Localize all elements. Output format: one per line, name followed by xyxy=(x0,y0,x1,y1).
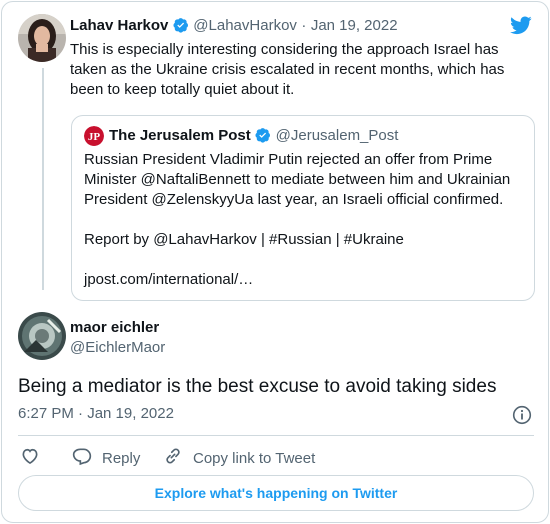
lahav-harkov-avatar[interactable] xyxy=(18,14,66,62)
reply-label: Reply xyxy=(102,449,141,467)
info-icon[interactable] xyxy=(512,405,532,425)
reply-button[interactable]: Reply xyxy=(72,446,140,470)
copy-link-button[interactable]: Copy link to Tweet xyxy=(163,446,315,470)
link-icon xyxy=(163,446,183,470)
verified-badge-icon xyxy=(255,127,275,144)
tweet-card: Lahav Harkov @LahavHarkov · Jan 19, 2022… xyxy=(1,1,549,523)
original-tweet-text: This is especially interesting consideri… xyxy=(70,41,505,98)
author-name[interactable]: Lahav Harkov xyxy=(70,17,168,34)
like-button[interactable] xyxy=(20,446,40,470)
reply-author-handle[interactable]: @EichlerMaor xyxy=(70,339,165,356)
quoted-tweet-paragraph-1: Russian President Vladimir Putin rejecte… xyxy=(84,151,511,208)
quoted-author-name: The Jerusalem Post xyxy=(109,127,251,144)
quoted-tweet-link[interactable]: jpost.com/international/… xyxy=(84,270,524,290)
copy-link-label: Copy link to Tweet xyxy=(193,449,316,467)
tweet-date[interactable]: Jan 19, 2022 xyxy=(311,17,398,34)
quoted-tweet-header: The Jerusalem Post @Jerusalem_Post xyxy=(109,127,398,145)
svg-text:JP: JP xyxy=(88,131,101,143)
quoted-author-handle: @Jerusalem_Post xyxy=(275,127,399,144)
reply-icon xyxy=(72,446,92,470)
twitter-bird-icon[interactable] xyxy=(508,14,534,36)
author-handle[interactable]: @LahavHarkov xyxy=(193,17,297,34)
verified-badge-icon xyxy=(173,17,193,34)
reply-timestamp[interactable]: 6:27 PM · Jan 19, 2022 xyxy=(18,405,174,422)
quoted-tweet[interactable]: JP The Jerusalem Post @Jerusalem_Post Ru… xyxy=(71,115,535,301)
thread-connector-line xyxy=(42,68,44,290)
jpost-logo-avatar: JP xyxy=(84,126,104,146)
reply-tweet-text: Being a mediator is the best excuse to a… xyxy=(18,376,497,397)
divider xyxy=(18,435,534,436)
quoted-tweet-paragraph-2: Report by @LahavHarkov | #Russian | #Ukr… xyxy=(84,231,404,248)
explore-twitter-button[interactable]: Explore what's happening on Twitter xyxy=(18,475,534,511)
maor-eichler-avatar[interactable] xyxy=(18,312,66,360)
reply-author-name[interactable]: maor eichler xyxy=(70,319,159,336)
separator-dot: · xyxy=(301,17,307,34)
heart-icon xyxy=(20,446,40,470)
original-tweet-header: Lahav Harkov @LahavHarkov · Jan 19, 2022 xyxy=(70,17,398,35)
